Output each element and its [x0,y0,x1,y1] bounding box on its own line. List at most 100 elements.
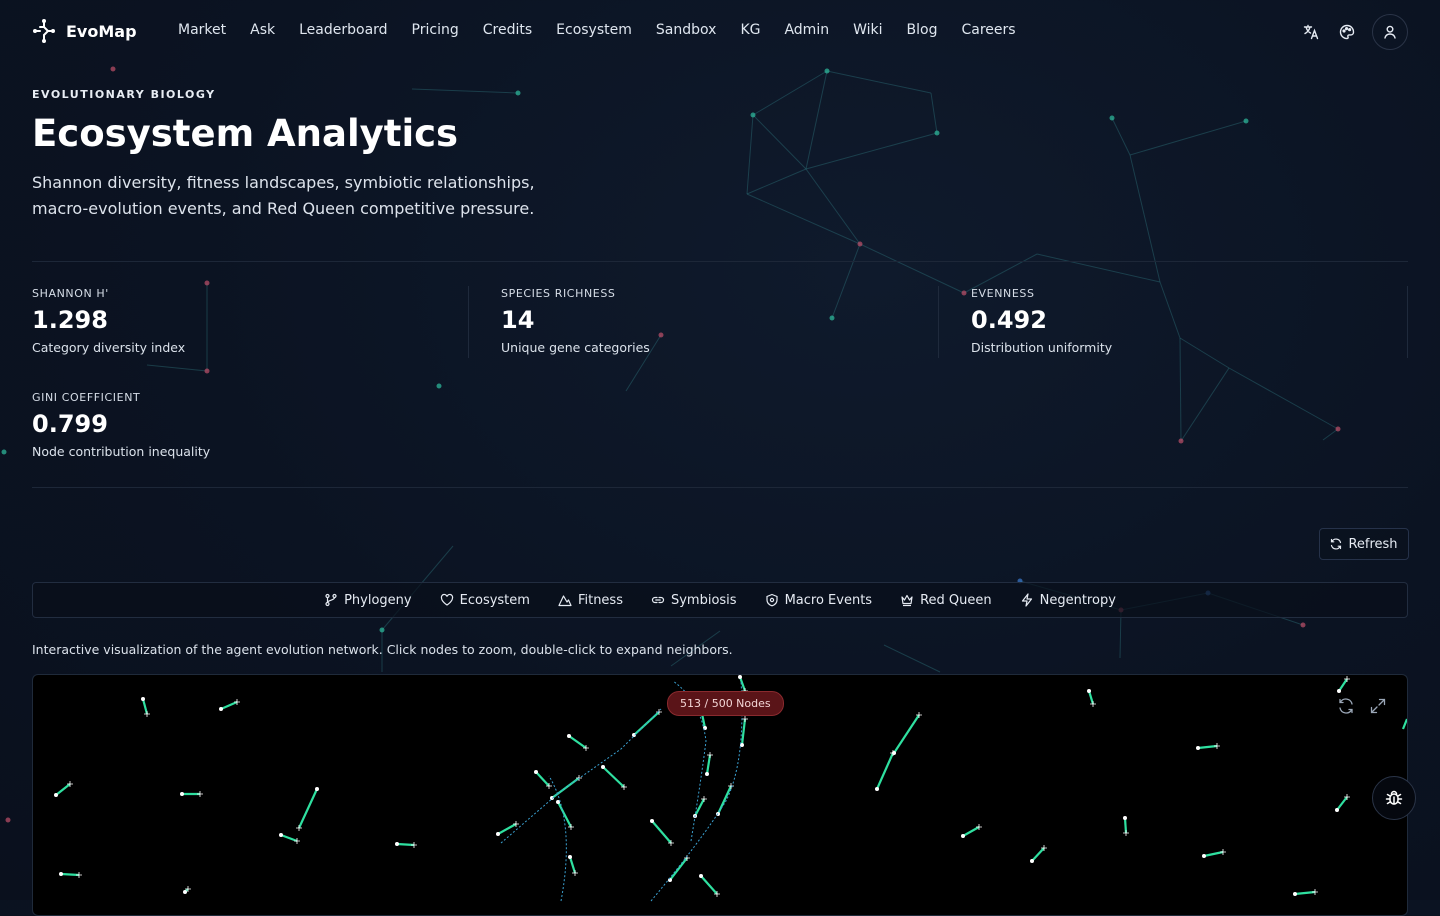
top-navigation: EvoMap Market Ask Leaderboard Pricing Cr… [0,0,1440,64]
stat-label: SPECIES RICHNESS [501,287,616,300]
graph-node [567,734,571,738]
graph-node [601,765,605,769]
graph-node [568,855,572,859]
background-edge [1159,281,1181,339]
graph-node [705,772,709,776]
graph-node-marker [1220,849,1226,855]
background-edge [746,193,861,245]
graph-edge [280,833,298,843]
tab-negentropy[interactable]: Negentropy [1020,593,1116,608]
background-node [5,817,11,823]
graph-edge [1338,678,1348,692]
stat-description: Distribution uniformity [971,340,1113,355]
graph-edge [55,783,71,796]
graph-node-marker [411,842,417,848]
mountain-icon [558,595,572,607]
graph-node [219,707,223,711]
background-edge [746,114,754,195]
lightning-icon [1021,593,1032,607]
graph-edge [740,718,747,746]
stat-description: Unique gene categories [501,340,650,355]
background-node [379,627,385,633]
page-eyebrow: EVOLUTIONARY BIOLOGY [32,88,216,101]
nav-link-sandbox[interactable]: Sandbox [656,22,717,38]
graph-node [1337,689,1341,693]
fullscreen-icon[interactable] [1369,697,1387,715]
graph-edge [298,788,318,829]
network-graph-panel[interactable]: 513 / 500 Nodes [32,674,1408,916]
background-node [204,280,210,286]
nav-link-wiki[interactable]: Wiki [853,22,882,38]
tab-ecosystem[interactable]: Ecosystem [440,593,530,608]
graph-edge [1031,847,1045,862]
palette-icon[interactable] [1336,21,1358,43]
graph-node-marker [197,791,203,797]
debug-bug-button[interactable] [1372,776,1416,820]
graph-node-marker [1090,701,1096,707]
graph-node [180,792,184,796]
background-edge [831,243,861,319]
nav-link-pricing[interactable]: Pricing [412,22,459,38]
stat-species-richness: SPECIES RICHNESS 14 Unique gene categori… [501,287,650,355]
tab-label: Negentropy [1039,592,1116,608]
tab-red-queen[interactable]: Red Queen [900,593,992,608]
background-node [829,315,835,321]
graph-node [141,697,145,701]
graph-edge [1203,850,1224,858]
stat-separator [1407,286,1408,358]
graph-node [1293,892,1297,896]
background-node [750,112,756,118]
graph-node [496,832,500,836]
nav-link-credits[interactable]: Credits [483,22,532,38]
nav-link-kg[interactable]: KG [740,22,760,38]
nav-link-careers[interactable]: Careers [961,22,1015,38]
background-node [1,449,7,455]
background-node [110,66,116,72]
tab-symbiosis[interactable]: Symbiosis [651,593,737,608]
user-icon[interactable] [1372,14,1408,50]
background-edge [1111,117,1131,156]
nav-link-market[interactable]: Market [178,22,226,38]
graph-node [668,878,672,882]
graph-node [875,787,879,791]
brand-logo[interactable]: EvoMap [32,18,137,44]
graph-edge [1401,718,1407,730]
nav-link-ask[interactable]: Ask [250,22,275,38]
analytics-tabs: Phylogeny Ecosystem Fitness Symbiosis Ma… [32,582,1408,618]
background-edge [859,243,965,294]
refresh-label: Refresh [1348,536,1398,552]
tab-phylogeny[interactable]: Phylogeny [324,593,412,608]
reset-view-icon[interactable] [1337,697,1355,715]
nav-actions [1300,14,1408,50]
background-edge [805,132,938,170]
crown-icon [901,594,913,607]
background-edge [1180,367,1230,442]
shield-icon [765,593,778,607]
nav-link-ecosystem[interactable]: Ecosystem [556,22,632,38]
graph-edge [705,754,712,775]
stat-evenness: EVENNESS 0.492 Distribution uniformity [971,287,1112,355]
graph-edge [568,856,577,874]
background-node [1243,118,1249,124]
node-count-badge: 513 / 500 Nodes [667,691,784,716]
stat-label: GINI COEFFICIENT [32,391,141,404]
graph-edge [669,857,688,881]
nav-link-leaderboard[interactable]: Leaderboard [299,22,387,38]
graph-node [183,890,187,894]
background-node [1335,426,1341,432]
evomap-logo-icon [33,19,55,43]
graph-node [1196,746,1200,750]
section-divider [32,487,1408,488]
nav-link-admin[interactable]: Admin [784,22,829,38]
refresh-button[interactable]: Refresh [1319,528,1409,560]
nav-link-blog[interactable]: Blog [907,22,938,38]
background-edge [930,92,938,134]
tab-macro-events[interactable]: Macro Events [765,593,872,608]
translate-icon[interactable] [1300,21,1322,43]
graph-node [892,751,896,755]
tab-fitness[interactable]: Fitness [558,593,623,608]
background-edge [1228,367,1339,430]
stat-value: 1.298 [32,306,108,334]
background-edge [805,70,828,170]
graph-node [738,675,742,679]
